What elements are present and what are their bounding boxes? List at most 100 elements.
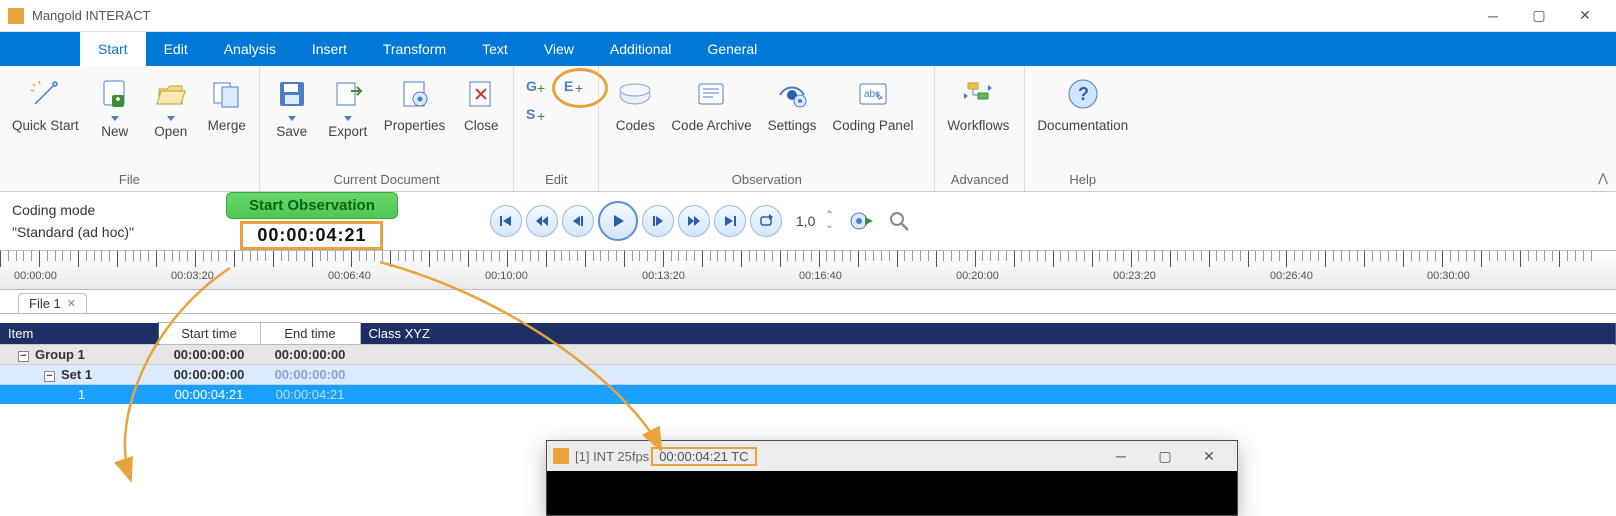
table-row-group[interactable]: −Group 1 00:00:00:00 00:00:00:00 [0, 345, 1616, 365]
close-label: Close [464, 118, 499, 133]
group-start: 00:00:00:00 [158, 345, 260, 365]
group-name: Group 1 [35, 347, 85, 362]
svg-text:+: + [537, 108, 545, 124]
ribbon: Quick Start New Open Merge [0, 66, 1616, 192]
code-archive-label: Code Archive [671, 118, 751, 133]
tab-general[interactable]: General [689, 32, 775, 66]
ribbon-tabs: Start Edit Analysis Insert Transform Tex… [0, 32, 1616, 66]
speed-down-icon[interactable]: ⌄ [823, 221, 835, 231]
group-end: 00:00:00:00 [260, 345, 360, 365]
header-start-time[interactable]: Start time [158, 323, 260, 345]
maximize-button[interactable]: ▢ [1516, 0, 1562, 32]
export-button[interactable]: Export [320, 72, 376, 141]
video-window[interactable]: [1] INT 25fps 00:00:04:21 TC ─ ▢ ✕ [546, 440, 1238, 516]
tab-start[interactable]: Start [80, 32, 146, 66]
open-button[interactable]: Open [143, 72, 199, 141]
app-icon [553, 448, 569, 464]
header-end-time[interactable]: End time [260, 323, 360, 345]
group-help: ? Documentation Help [1025, 66, 1140, 191]
video-window-titlebar[interactable]: [1] INT 25fps 00:00:04:21 TC ─ ▢ ✕ [547, 441, 1237, 471]
coding-panel-button[interactable]: abc Coding Panel [824, 72, 921, 135]
table-row-set[interactable]: −Set 1 00:00:00:00 00:00:00:00 [0, 365, 1616, 385]
tab-transform[interactable]: Transform [365, 32, 464, 66]
ruler-tick-label: 00:03:20 [171, 270, 214, 282]
step-back-button[interactable] [562, 205, 594, 237]
workflows-button[interactable]: Workflows [939, 72, 1017, 135]
new-event-button[interactable]: E+ [562, 74, 588, 100]
merge-button[interactable]: Merge [199, 72, 255, 135]
quick-start-button[interactable]: Quick Start [4, 72, 87, 135]
tab-edit[interactable]: Edit [146, 32, 206, 66]
app-icon [8, 8, 24, 24]
table-header-row: Item Start time End time Class XYZ [0, 323, 1616, 345]
new-set-button[interactable]: S+ [524, 102, 550, 128]
loop-button[interactable] [750, 205, 782, 237]
new-group-button[interactable]: G+ [524, 74, 550, 100]
video-window-prefix: [1] INT 25fps [575, 449, 649, 464]
properties-label: Properties [384, 118, 446, 133]
collapse-ribbon-button[interactable]: ⋀ [1598, 171, 1608, 185]
play-settings-button[interactable] [848, 205, 876, 237]
table-row-event[interactable]: 1 00:00:04:21 00:00:04:21 [0, 385, 1616, 405]
save-label: Save [276, 124, 307, 139]
goto-end-button[interactable] [714, 205, 746, 237]
sub-close-button[interactable]: ✕ [1187, 441, 1231, 471]
fast-forward-button[interactable] [678, 205, 710, 237]
file-tab-label: File 1 [29, 296, 61, 311]
collapse-toggle-icon[interactable]: − [44, 371, 55, 382]
tab-analysis[interactable]: Analysis [206, 32, 294, 66]
documentation-button[interactable]: ? Documentation [1029, 72, 1136, 135]
step-forward-button[interactable] [642, 205, 674, 237]
sub-minimize-button[interactable]: ─ [1099, 441, 1143, 471]
speed-stepper[interactable]: ⌃⌄ [823, 211, 835, 231]
code-archive-button[interactable]: Code Archive [663, 72, 759, 135]
help-icon: ? [1063, 74, 1103, 114]
group-file-label: File [4, 169, 255, 191]
close-file-tab-icon[interactable]: ✕ [67, 297, 76, 310]
archive-icon [691, 74, 731, 114]
properties-button[interactable]: Properties [376, 72, 454, 135]
start-observation-button[interactable]: Start Observation [226, 192, 398, 219]
rewind-button[interactable] [526, 205, 558, 237]
play-button[interactable] [598, 201, 638, 241]
svg-text:?: ? [1078, 84, 1089, 104]
coding-mode-label: Coding mode [12, 202, 134, 218]
coding-panel-label: Coding Panel [832, 118, 913, 133]
coding-panel-icon: abc [853, 74, 893, 114]
ruler-tick-label: 00:06:40 [328, 270, 371, 282]
file-tab-1[interactable]: File 1 ✕ [18, 293, 87, 313]
collapse-toggle-icon[interactable]: − [18, 351, 29, 362]
transport-controls: 1,0 ⌃⌄ [490, 201, 912, 241]
tab-view[interactable]: View [526, 32, 592, 66]
group-observation-label: Observation [603, 169, 930, 191]
video-window-timecode: 00:00:04:21 TC [651, 447, 756, 466]
set-end: 00:00:00:00 [260, 365, 360, 385]
sub-maximize-button[interactable]: ▢ [1143, 441, 1187, 471]
save-button[interactable]: Save [264, 72, 320, 141]
header-item[interactable]: Item [0, 323, 158, 345]
close-button-ribbon[interactable]: Close [453, 72, 509, 135]
close-file-icon [461, 74, 501, 114]
svg-text:S: S [526, 106, 535, 122]
goto-start-button[interactable] [490, 205, 522, 237]
start-observation-label: Start Observation [249, 197, 375, 214]
minimize-button[interactable]: ─ [1470, 0, 1516, 32]
dropdown-icon [111, 116, 119, 122]
codes-button[interactable]: Codes [607, 72, 663, 135]
close-button[interactable]: ✕ [1562, 0, 1608, 32]
svg-text:E: E [564, 78, 573, 94]
tab-additional[interactable]: Additional [592, 32, 690, 66]
tab-insert[interactable]: Insert [294, 32, 365, 66]
header-class[interactable]: Class XYZ [360, 323, 1616, 345]
settings-button[interactable]: Settings [760, 72, 825, 135]
tab-text[interactable]: Text [464, 32, 526, 66]
save-icon [272, 74, 312, 114]
set-name: Set 1 [61, 367, 92, 382]
search-button[interactable] [886, 205, 912, 237]
dropdown-icon [288, 116, 296, 122]
speed-value: 1,0 [796, 213, 815, 229]
titlebar: Mangold INTERACT ─ ▢ ✕ [0, 0, 1616, 32]
new-button[interactable]: New [87, 72, 143, 141]
timeline-ruler[interactable]: 00:00:0000:03:2000:06:4000:10:0000:13:20… [0, 250, 1616, 290]
ruler-tick-label: 00:23:20 [1113, 270, 1156, 282]
